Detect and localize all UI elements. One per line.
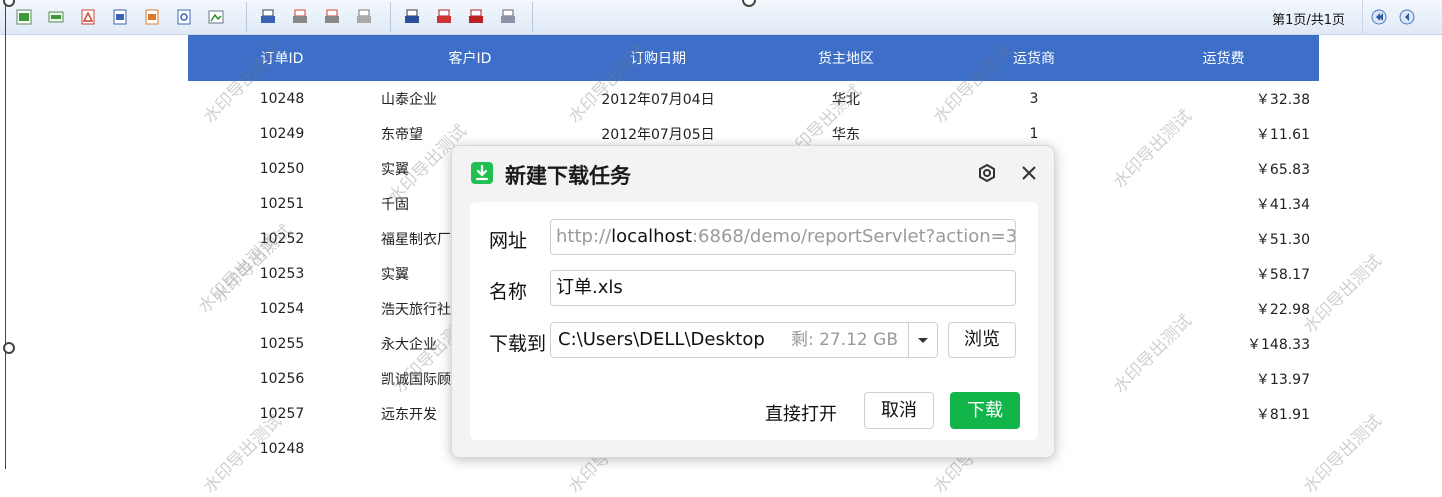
saveto-label: 下载到 [489,333,547,355]
header-shipper: 运货商 [1013,51,1055,67]
print-group [252,0,380,34]
download-dialog: 新建下载任务 网址 http://localhost:6868/demo/rep… [451,145,1055,458]
close-icon[interactable] [1018,162,1040,184]
ppt-icon[interactable] [143,8,161,26]
cell-order-id: 10248 [259,90,305,107]
dialog-title: 新建下载任务 [505,164,631,188]
path-dropdown-button[interactable] [908,322,938,358]
cell-order-id: 10255 [259,335,305,352]
print-preview-icon[interactable] [259,8,277,26]
word-icon[interactable] [111,8,129,26]
print-pdf-alt-icon[interactable] [323,8,341,26]
url-label: 网址 [489,230,528,252]
cell-order-id: 10257 [259,405,305,422]
cell-freight: ￥22.98 [1255,301,1310,318]
cell-freight: ￥81.91 [1255,406,1310,423]
table-header: 订单ID 客户ID 订购日期 货主地区 运货商 运货费 [188,35,1319,81]
browse-button[interactable]: 浏览 [948,322,1016,358]
flash-print-icon[interactable] [435,8,453,26]
cell-freight: ￥51.30 [1255,231,1310,248]
cell-freight: ￥58.17 [1255,266,1310,283]
cell-order-id: 10254 [259,300,305,317]
name-label: 名称 [489,281,528,303]
cell-freight: ￥32.38 [1255,91,1310,108]
cell-shipper: 1 [1029,125,1039,142]
pdf-icon[interactable] [79,8,97,26]
left-guide-line [3,0,15,469]
image-export-icon[interactable] [207,8,225,26]
cell-freight: ￥148.33 [1247,336,1310,353]
open-directly-button[interactable]: 直接打开 [765,400,837,426]
cell-order-date: 2012年07月05日 [601,126,715,143]
filename-input[interactable]: 订单.xls [550,270,1016,306]
header-order-date: 订购日期 [630,51,686,67]
cell-region: 华东 [832,126,860,143]
cancel-button[interactable]: 取消 [864,392,934,429]
download-app-icon [471,162,493,184]
excel-icon[interactable] [15,8,33,26]
cell-freight: ￥41.34 [1255,196,1310,213]
table-row: 10248 山泰企业 2012年07月04日 华北 3 ￥32.38 [188,81,1319,116]
resize-handle[interactable] [3,342,15,354]
url-input[interactable]: http://localhost:6868/demo/reportServlet… [550,219,1016,255]
cell-order-id: 10250 [259,160,305,177]
download-button[interactable]: 下载 [950,392,1020,429]
header-freight: 运货费 [1202,51,1245,67]
cell-freight: ￥65.83 [1255,161,1310,178]
header-region: 货主地区 [818,51,874,67]
direct-print-icon[interactable] [499,8,517,26]
cell-customer-id: 东帝望 [381,126,423,143]
header-order-id: 订单ID [260,51,304,67]
cell-customer-id: 山泰企业 [381,91,437,108]
excel-alt-icon[interactable] [47,8,65,26]
page-nav [1362,0,1427,34]
first-page-icon[interactable] [1371,9,1387,25]
cell-order-id: 10248 [259,440,305,457]
cell-order-id: 10256 [259,370,305,387]
export-group [8,0,232,34]
outlook-icon[interactable] [175,8,193,26]
cell-order-id: 10252 [259,230,305,247]
cell-freight: ￥11.61 [1255,126,1310,143]
settings-icon[interactable] [976,162,998,184]
header-customer-id: 客户ID [448,51,492,67]
cell-freight: ￥13.97 [1255,371,1310,388]
prev-page-icon[interactable] [1399,9,1415,25]
pdf-print-icon[interactable] [467,8,485,26]
dialog-body: 网址 http://localhost:6868/demo/reportServ… [470,202,1038,440]
cell-order-id: 10253 [259,265,305,282]
cell-order-date: 2012年07月04日 [601,91,715,108]
cell-order-id: 10251 [259,195,305,212]
print-group-2 [396,0,524,34]
cell-shipper: 3 [1029,90,1039,107]
cell-order-id: 10249 [259,125,305,142]
page-info: 第1页/共1页 [1272,13,1345,28]
save-path-input[interactable]: C:\Users\DELL\Desktop 剩: 27.12 GB [550,322,909,358]
cell-region: 华北 [832,91,860,108]
print-icon[interactable] [355,8,373,26]
print-pdf-icon[interactable] [291,8,309,26]
applet-print-icon[interactable] [403,8,421,26]
free-space: 剩: 27.12 GB [790,330,898,350]
report-toolbar: 第1页/共1页 [0,0,1442,35]
